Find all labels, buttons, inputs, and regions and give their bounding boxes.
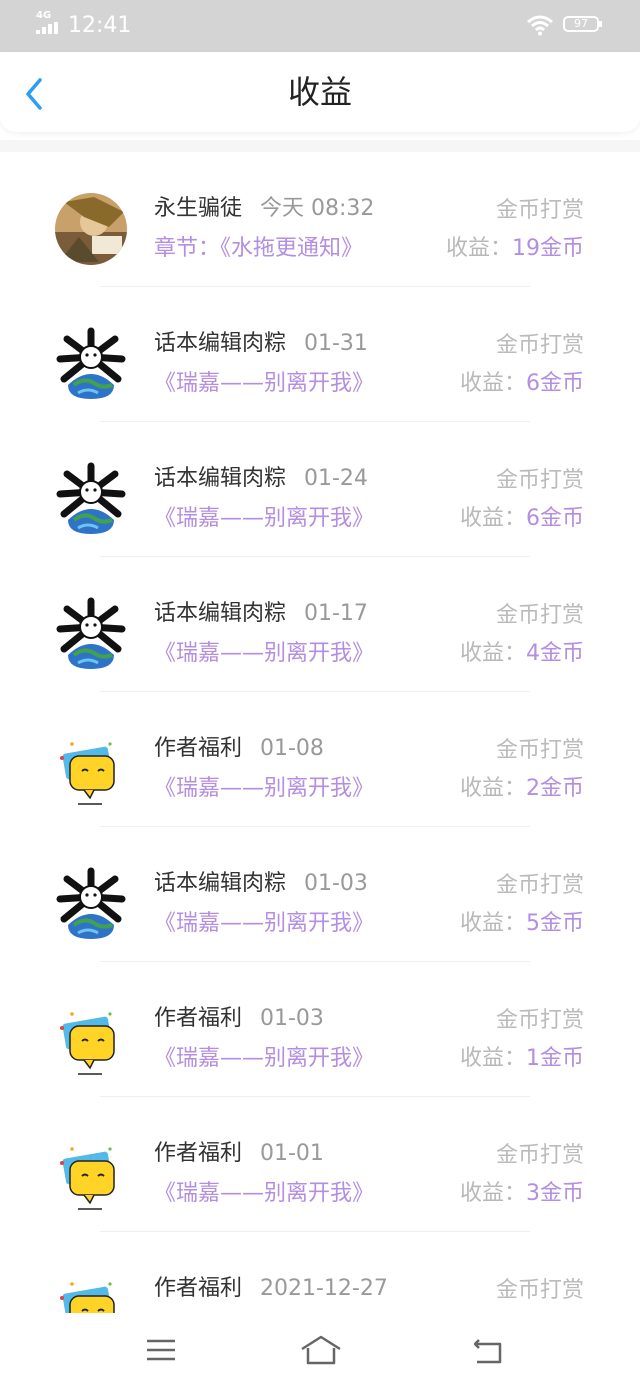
book-title[interactable]: 《瑞嘉——别离开我》	[154, 1179, 374, 1209]
book-title[interactable]: 《瑞嘉——别离开我》	[154, 774, 374, 804]
sender-name: 作者福利	[154, 736, 243, 761]
book-title[interactable]: 《瑞嘉——别离开我》	[154, 369, 374, 399]
reward-type: 金币打赏	[495, 1008, 584, 1033]
page-title: 收益	[287, 73, 352, 111]
entry-date: 2021-12-27	[260, 1276, 388, 1301]
entry-date: 01-17	[304, 601, 368, 626]
home-icon[interactable]	[300, 1333, 342, 1367]
back-nav-icon[interactable]	[470, 1333, 504, 1367]
system-nav-bar	[0, 1313, 640, 1387]
avatar	[54, 732, 128, 806]
section-divider	[0, 140, 640, 152]
book-title[interactable]: 《瑞嘉——别离开我》	[154, 504, 374, 534]
reward-type: 金币打赏	[495, 1143, 584, 1168]
header-bar: 收益	[0, 52, 640, 132]
list-item[interactable]: 作者福利 01-08 金币打赏《瑞嘉——别离开我》 收益：2金币	[0, 692, 640, 827]
book-title[interactable]: 《瑞嘉——别离开我》	[154, 1044, 374, 1074]
income-value: 19金币	[512, 236, 584, 261]
income-value: 1金币	[526, 1046, 584, 1071]
entry-date: 01-03	[304, 871, 368, 896]
sender-name: 话本编辑肉粽	[154, 466, 287, 491]
sender-name: 话本编辑肉粽	[154, 601, 287, 626]
wifi-icon	[527, 15, 553, 36]
entry-date: 01-01	[260, 1141, 324, 1166]
menu-icon[interactable]	[144, 1333, 178, 1367]
avatar	[54, 327, 128, 401]
income-label: 收益：	[459, 776, 526, 801]
sender-name: 永生骗徒	[154, 196, 243, 221]
battery-icon: 97	[563, 16, 602, 32]
income-value: 4金币	[526, 641, 584, 666]
income-label: 收益：	[459, 371, 526, 396]
avatar	[54, 1137, 128, 1211]
entry-date: 01-03	[260, 1006, 324, 1031]
sender-name: 话本编辑肉粽	[154, 331, 287, 356]
reward-type: 金币打赏	[495, 603, 584, 628]
income-value: 3金币	[526, 1181, 584, 1206]
income-label: 收益：	[445, 236, 512, 261]
income-value: 6金币	[526, 371, 584, 396]
sender-name: 作者福利	[154, 1141, 243, 1166]
income-label: 收益：	[459, 641, 526, 666]
list-item[interactable]: 作者福利 01-01 金币打赏《瑞嘉——别离开我》 收益：3金币	[0, 1097, 640, 1232]
avatar	[54, 867, 128, 941]
sender-name: 作者福利	[154, 1276, 243, 1301]
avatar	[54, 462, 128, 536]
income-value: 2金币	[526, 776, 584, 801]
income: 收益：19金币	[446, 234, 584, 264]
book-title[interactable]: 《瑞嘉——别离开我》	[154, 639, 374, 669]
income: 收益：1金币	[460, 1044, 584, 1074]
avatar	[54, 1002, 128, 1076]
reward-type: 金币打赏	[495, 1278, 584, 1303]
income-value: 6金币	[526, 506, 584, 531]
income: 收益：5金币	[460, 909, 584, 939]
signal-icon	[36, 22, 58, 34]
list-item[interactable]: 话本编辑肉粽 01-17 金币打赏《瑞嘉——别离开我》 收益：4金币	[0, 557, 640, 692]
network-type: 4G	[36, 10, 52, 21]
reward-type: 金币打赏	[495, 333, 584, 358]
avatar	[54, 597, 128, 671]
status-bar: 4G 12:41 97	[0, 0, 640, 52]
income: 收益：3金币	[460, 1179, 584, 1209]
income-value: 5金币	[526, 911, 584, 936]
list-item[interactable]: 作者福利 01-03 金币打赏《瑞嘉——别离开我》 收益：1金币	[0, 962, 640, 1097]
income-list: 永生骗徒 今天 08:32 金币打赏 章节：《水拖更通知》 收益：19金币 话本编辑肉粽 0…	[0, 152, 640, 1367]
sender-name: 作者福利	[154, 1006, 243, 1031]
entry-date: 01-08	[260, 736, 324, 761]
avatar	[54, 192, 128, 266]
list-item[interactable]: 话本编辑肉粽 01-03 金币打赏《瑞嘉——别离开我》 收益：5金币	[0, 827, 640, 962]
list-item[interactable]: 话本编辑肉粽 01-31 金币打赏《瑞嘉——别离开我》 收益：6金币	[0, 287, 640, 422]
income: 收益：2金币	[460, 774, 584, 804]
income-label: 收益：	[459, 506, 526, 531]
entry-date: 今天 08:32	[260, 196, 375, 221]
list-item[interactable]: 话本编辑肉粽 01-24 金币打赏《瑞嘉——别离开我》 收益：6金币	[0, 422, 640, 557]
sender-name: 话本编辑肉粽	[154, 871, 287, 896]
clock: 12:41	[68, 13, 132, 38]
income: 收益：6金币	[460, 504, 584, 534]
book-title[interactable]: 《瑞嘉——别离开我》	[154, 909, 374, 939]
income-label: 收益：	[459, 911, 526, 936]
income-label: 收益：	[459, 1181, 526, 1206]
entry-date: 01-31	[304, 331, 368, 356]
book-title[interactable]: 章节：《水拖更通知》	[154, 234, 363, 264]
list-item[interactable]: 永生骗徒 今天 08:32 金币打赏章节：《水拖更通知》 收益：19金币	[0, 152, 640, 287]
income: 收益：6金币	[460, 369, 584, 399]
reward-type: 金币打赏	[495, 873, 584, 898]
income: 收益：4金币	[460, 639, 584, 669]
reward-type: 金币打赏	[495, 198, 584, 223]
entry-date: 01-24	[304, 466, 368, 491]
income-label: 收益：	[459, 1046, 526, 1071]
reward-type: 金币打赏	[495, 738, 584, 763]
reward-type: 金币打赏	[495, 468, 584, 493]
